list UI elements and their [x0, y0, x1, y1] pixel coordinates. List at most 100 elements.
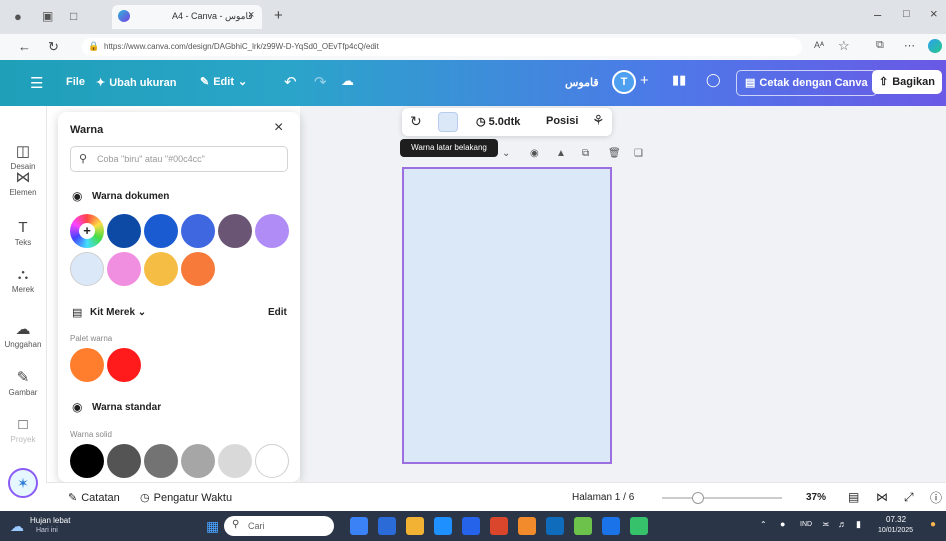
- zoom-slider[interactable]: [662, 492, 782, 504]
- clock-time[interactable]: 07.32: [886, 515, 906, 524]
- duplicate-page-icon[interactable]: ⧉: [582, 148, 589, 159]
- close-tab-icon[interactable]: ×: [248, 9, 254, 21]
- timer-button[interactable]: ◷ Pengatur Waktu: [140, 491, 232, 504]
- doc-color-swatch[interactable]: [70, 252, 104, 286]
- taskbar-app-icon[interactable]: [602, 517, 620, 535]
- file-menu[interactable]: File: [66, 76, 85, 88]
- doc-color-swatch[interactable]: [181, 252, 215, 286]
- hide-page-icon[interactable]: ◉: [530, 148, 539, 159]
- taskbar-app-icon[interactable]: [490, 517, 508, 535]
- solid-color-swatch[interactable]: [144, 444, 178, 478]
- fullscreen-icon[interactable]: ⤢: [904, 490, 914, 505]
- doc-color-swatch[interactable]: [181, 214, 215, 248]
- grid-view-icon[interactable]: ⋈: [876, 490, 888, 504]
- notes-button[interactable]: ✎ Catatan: [68, 491, 120, 504]
- profile-icon[interactable]: ●: [14, 9, 22, 24]
- new-tab-icon[interactable]: +: [274, 7, 283, 24]
- taskbar-app-icon[interactable]: [518, 517, 536, 535]
- solid-color-swatch[interactable]: [107, 444, 141, 478]
- taskbar-app-icon[interactable]: [630, 517, 648, 535]
- notification-icon[interactable]: ●: [930, 519, 936, 530]
- redo-icon[interactable]: ↷: [314, 73, 327, 91]
- taskbar-app-icon[interactable]: [574, 517, 592, 535]
- zoom-slider-handle[interactable]: [692, 492, 704, 504]
- share-button[interactable]: ⇧ Bagikan: [872, 70, 943, 94]
- doc-color-swatch[interactable]: [144, 252, 178, 286]
- wifi-icon[interactable]: ≍: [822, 519, 830, 530]
- format-painter-icon[interactable]: ⚘: [592, 112, 605, 129]
- avatar[interactable]: T: [612, 70, 636, 94]
- browser-tab[interactable]: A4 - Canva - قاموس ×: [112, 5, 262, 29]
- brand-kit-edit-button[interactable]: Edit: [268, 307, 287, 318]
- doc-color-swatch[interactable]: [144, 214, 178, 248]
- weather-icon[interactable]: ☁: [10, 518, 24, 535]
- edit-menu[interactable]: ✎ Edit ⌄: [200, 75, 247, 88]
- close-icon[interactable]: ×: [274, 119, 283, 137]
- lock-page-icon[interactable]: ▲: [556, 148, 566, 159]
- refresh-icon[interactable]: ↻: [48, 39, 59, 55]
- cloud-saved-icon[interactable]: ☁: [341, 73, 354, 89]
- rail-item-projects[interactable]: □ Proyek: [0, 416, 46, 444]
- read-aloud-icon[interactable]: Aᴬ: [814, 40, 824, 50]
- rail-item-text[interactable]: T Teks: [0, 219, 46, 247]
- delete-page-icon[interactable]: 🗑: [608, 148, 621, 159]
- comment-icon[interactable]: ◯: [706, 72, 721, 88]
- print-button[interactable]: ▤ Cetak dengan Canva: [736, 70, 877, 96]
- resize-button[interactable]: ✦ Ubah ukuran: [96, 76, 176, 89]
- taskbar-app-icon[interactable]: [406, 517, 424, 535]
- taskbar-app-icon[interactable]: [462, 517, 480, 535]
- solid-color-swatch[interactable]: [181, 444, 215, 478]
- add-collaborator-icon[interactable]: +: [640, 72, 649, 89]
- url-field[interactable]: 🔒 https://www.canva.com/design/DAGbhiC_l…: [82, 38, 802, 56]
- battery-icon[interactable]: ▮: [856, 519, 861, 530]
- workspaces-icon[interactable]: ▣: [42, 9, 53, 23]
- start-icon[interactable]: ▦: [206, 518, 219, 535]
- rail-item-uploads[interactable]: ☁ Unggahan: [0, 320, 46, 349]
- refresh-design-icon[interactable]: ↻: [410, 113, 422, 130]
- copilot-icon[interactable]: [928, 39, 942, 53]
- tray-app-icon[interactable]: ●: [780, 519, 785, 529]
- brand-color-swatch[interactable]: [107, 348, 141, 382]
- design-title[interactable]: قاموس: [565, 76, 599, 89]
- minimize-icon[interactable]: –: [874, 7, 881, 22]
- back-icon[interactable]: ←: [18, 39, 31, 54]
- help-icon[interactable]: ⓘ: [930, 489, 942, 506]
- zoom-level[interactable]: 37%: [806, 492, 826, 503]
- background-color-swatch[interactable]: [438, 112, 458, 132]
- volume-icon[interactable]: ♬: [838, 519, 847, 529]
- taskbar-search[interactable]: ⚲ Cari: [224, 516, 334, 536]
- design-page[interactable]: [402, 167, 612, 464]
- add-page-icon[interactable]: ❏: [634, 148, 643, 159]
- menu-icon[interactable]: ☰: [30, 74, 43, 92]
- solid-color-swatch[interactable]: [218, 444, 252, 478]
- tab-actions-icon[interactable]: □: [70, 9, 77, 23]
- collapse-icon[interactable]: ⌄: [502, 148, 510, 159]
- duration-button[interactable]: ◷ 5.0dtk: [476, 115, 520, 128]
- favorite-icon[interactable]: ☆: [838, 38, 850, 54]
- rail-item-brand[interactable]: ⛬ Merek: [0, 266, 46, 294]
- color-search-input[interactable]: ⚲ Coba "biru" atau "#00c4cc": [70, 146, 288, 172]
- page-counter[interactable]: Halaman 1 / 6: [572, 492, 634, 503]
- doc-color-swatch[interactable]: [255, 214, 289, 248]
- tray-chevron-icon[interactable]: ⌃: [760, 520, 767, 529]
- taskbar-app-icon[interactable]: [378, 517, 396, 535]
- doc-color-swatch[interactable]: [218, 214, 252, 248]
- insights-icon[interactable]: ▮▮: [672, 72, 686, 88]
- page-view-icon[interactable]: ▤: [848, 490, 859, 504]
- restore-icon[interactable]: □: [903, 8, 910, 20]
- rail-item-design[interactable]: ◫ Desain: [0, 142, 46, 171]
- doc-color-swatch[interactable]: [107, 214, 141, 248]
- solid-color-swatch[interactable]: [70, 444, 104, 478]
- doc-color-swatch[interactable]: [107, 252, 141, 286]
- rail-item-elements[interactable]: ⋈ Elemen: [0, 168, 46, 197]
- close-window-icon[interactable]: ×: [930, 6, 938, 21]
- undo-icon[interactable]: ↶: [284, 73, 297, 91]
- language-indicator[interactable]: IND: [800, 521, 812, 528]
- rail-item-draw[interactable]: ✎ Gambar: [0, 368, 46, 397]
- position-button[interactable]: Posisi: [546, 115, 578, 127]
- magic-assistant-button[interactable]: ✶: [8, 468, 38, 498]
- taskbar-app-icon[interactable]: [546, 517, 564, 535]
- brand-kit-selector[interactable]: Kit Merek ⌄: [90, 307, 146, 318]
- taskbar-app-icon[interactable]: [350, 517, 368, 535]
- add-color-swatch[interactable]: +: [70, 214, 104, 248]
